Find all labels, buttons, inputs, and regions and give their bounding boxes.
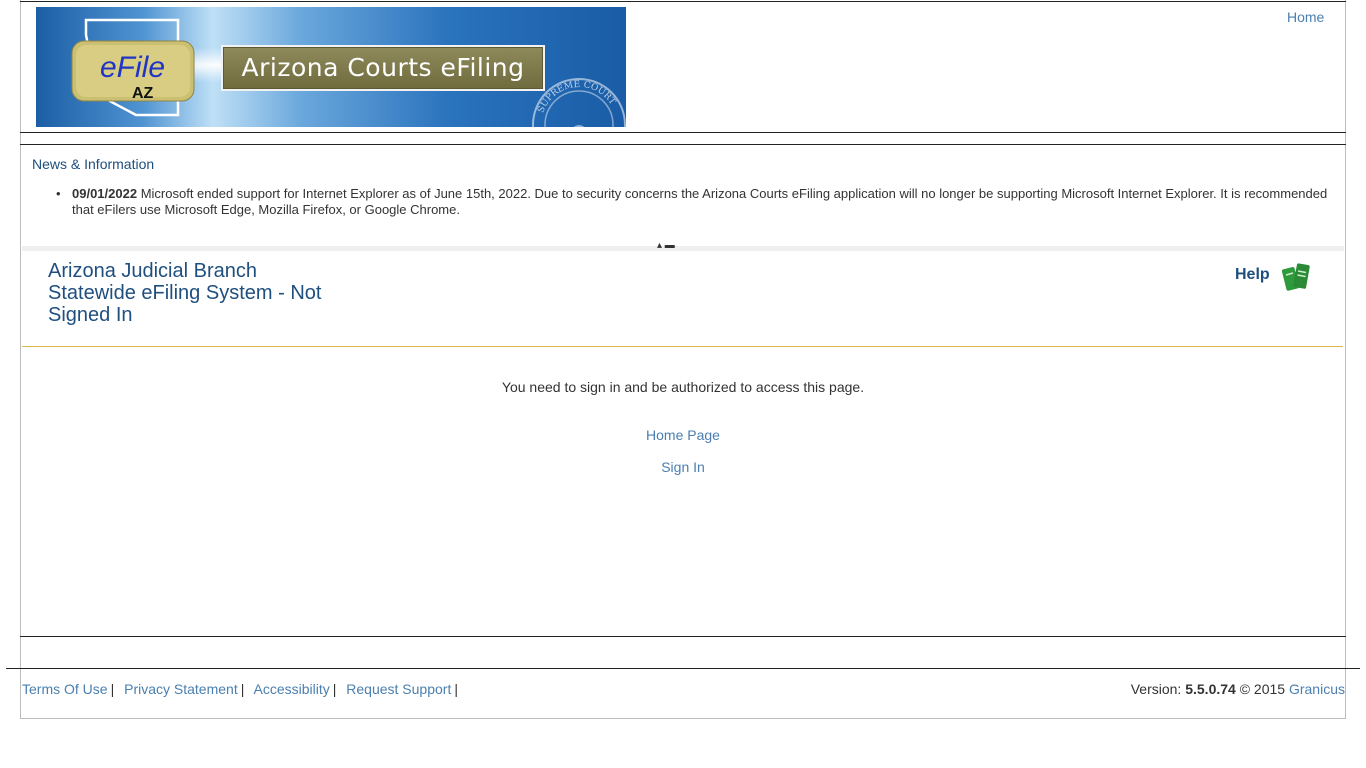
auth-message: You need to sign in and be authorized to… bbox=[501, 379, 865, 395]
top-border bbox=[20, 1, 1346, 2]
news-collapse-bar[interactable] bbox=[22, 246, 1344, 251]
site-banner[interactable]: eFile AZ Arizona Courts eFiling SUPREME … bbox=[36, 7, 626, 127]
header-divider bbox=[20, 132, 1346, 133]
version-number: 5.5.0.74 bbox=[1185, 681, 1236, 697]
news-item: • 09/01/2022 Microsoft ended support for… bbox=[56, 186, 1336, 218]
request-support-link[interactable]: Request Support bbox=[346, 681, 451, 697]
supreme-court-seal-icon: SUPREME COURT bbox=[532, 78, 626, 127]
collapse-handle-icon[interactable]: ▴ ▬ bbox=[657, 240, 675, 251]
arizona-map-logo-icon: eFile AZ bbox=[71, 18, 195, 117]
bullet-icon: • bbox=[56, 186, 61, 201]
footer-separator: | bbox=[454, 681, 458, 697]
terms-of-use-link[interactable]: Terms Of Use bbox=[22, 681, 108, 697]
logo-az: AZ bbox=[132, 85, 154, 102]
footer-separator: | bbox=[332, 681, 337, 697]
granicus-link[interactable]: Granicus bbox=[1289, 681, 1345, 697]
footer-separator: | bbox=[110, 681, 115, 697]
logo-efile: eFile bbox=[100, 51, 165, 84]
home-page-link[interactable]: Home Page bbox=[646, 427, 720, 443]
news-text: Microsoft ended support for Internet Exp… bbox=[72, 186, 1328, 217]
copyright-text: © 2015 bbox=[1239, 681, 1286, 697]
content-bottom-divider bbox=[20, 636, 1346, 637]
version-label: Version: bbox=[1130, 681, 1182, 697]
footer-separator: | bbox=[240, 681, 245, 697]
header-gold-rule bbox=[22, 346, 1343, 347]
privacy-statement-link[interactable]: Privacy Statement bbox=[124, 681, 238, 697]
news-title: News & Information bbox=[32, 156, 155, 172]
news-top-divider bbox=[20, 144, 1346, 145]
help-link[interactable]: Help bbox=[1235, 266, 1270, 284]
help-book-icon[interactable] bbox=[1281, 259, 1313, 293]
system-title: Arizona Judicial Branch Statewide eFilin… bbox=[48, 260, 322, 326]
version-info: Version: 5.5.0.74 © 2015 Granicus bbox=[1131, 681, 1345, 697]
footer-links: Terms Of Use | Privacy Statement | Accessi… bbox=[22, 681, 464, 697]
accessibility-link[interactable]: Accessibility bbox=[253, 681, 329, 697]
news-list: • 09/01/2022 Microsoft ended support for… bbox=[56, 186, 1336, 218]
footer-top-divider bbox=[6, 668, 1360, 669]
news-date: 09/01/2022 bbox=[72, 186, 138, 201]
top-home-link[interactable]: Home bbox=[1287, 9, 1324, 25]
sign-in-link[interactable]: Sign In bbox=[661, 459, 705, 475]
banner-title: Arizona Courts eFiling bbox=[221, 45, 545, 91]
